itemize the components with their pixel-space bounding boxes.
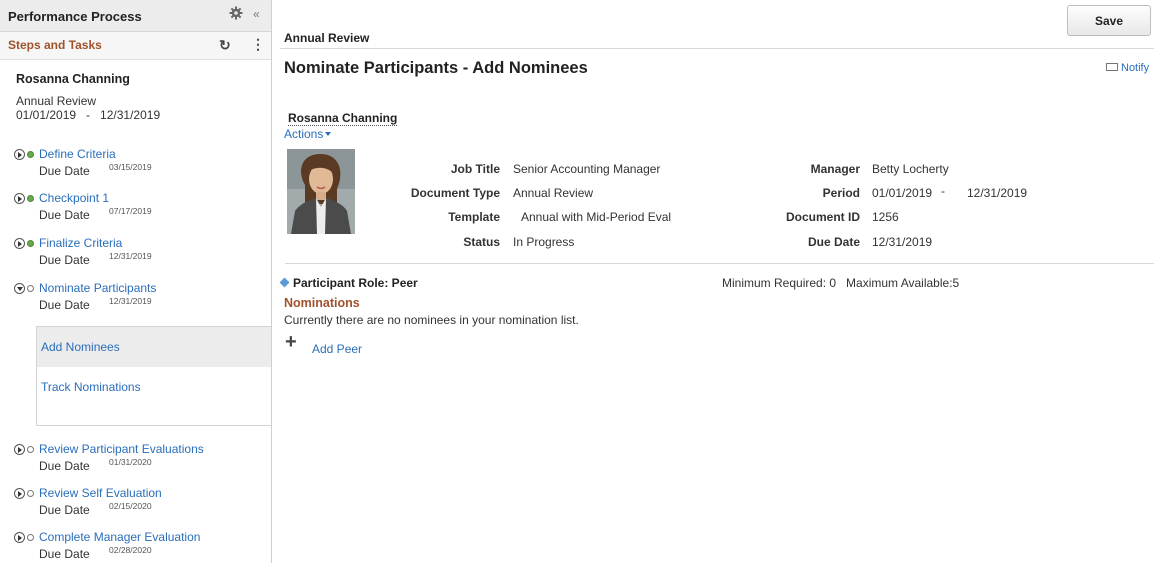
save-button[interactable]: Save xyxy=(1067,5,1151,36)
step-complete-manager-evaluation[interactable]: Complete Manager Evaluation Due Date 02/… xyxy=(14,530,264,563)
manager-label: Manager xyxy=(810,162,860,176)
step-label[interactable]: Define Criteria xyxy=(39,147,116,161)
status-dot-icon xyxy=(27,534,34,541)
step-review-participant-evaluations[interactable]: Review Participant Evaluations Due Date … xyxy=(14,442,264,478)
notify-link[interactable]: Notify xyxy=(1106,62,1149,74)
empty-nominations-message: Currently there are no nominees in your … xyxy=(284,313,579,327)
play-icon[interactable] xyxy=(14,149,25,160)
section-title: Annual Review xyxy=(284,31,370,45)
step-due-date: 12/31/2019 xyxy=(109,296,152,306)
step-due-date: 07/17/2019 xyxy=(109,206,152,216)
subtask-add-nominees[interactable]: Add Nominees xyxy=(37,327,271,367)
document-id-value: 1256 xyxy=(872,210,899,224)
due-date-label: Due Date xyxy=(39,208,90,222)
employee-summary: Rosanna Channing Annual Review 01/01/201… xyxy=(16,72,160,122)
document-id-label: Document ID xyxy=(785,210,860,224)
notify-label[interactable]: Notify xyxy=(1121,62,1149,74)
nominations-heading: Nominations xyxy=(284,296,360,310)
status-dot-icon xyxy=(27,151,34,158)
step-due-date: 03/15/2019 xyxy=(109,162,152,172)
gear-icon[interactable] xyxy=(229,6,243,20)
divider xyxy=(285,263,1154,264)
step-checkpoint-1[interactable]: Checkpoint 1 Due Date 07/17/2019 xyxy=(14,191,264,227)
template-label: Template xyxy=(448,210,500,224)
step-due-date: 01/31/2020 xyxy=(109,457,152,467)
step-label[interactable]: Review Self Evaluation xyxy=(39,486,162,500)
min-max-info: Minimum Required: 0 Maximum Available:5 xyxy=(722,276,960,290)
status-dot-icon xyxy=(27,285,34,292)
step-due-date: 02/15/2020 xyxy=(109,501,152,511)
status-dot-icon xyxy=(27,446,34,453)
step-label[interactable]: Complete Manager Evaluation xyxy=(39,530,200,544)
play-icon[interactable] xyxy=(14,193,25,204)
due-date-label: Due Date xyxy=(39,164,90,178)
sidebar: Performance Process « Steps and Tasks ↻ … xyxy=(0,0,272,563)
participant-role: Participant Role: Peer xyxy=(279,276,418,290)
step-label[interactable]: Review Participant Evaluations xyxy=(39,442,204,456)
caret-down-icon[interactable] xyxy=(325,132,332,136)
job-title-value: Senior Accounting Manager xyxy=(513,162,661,176)
play-icon[interactable] xyxy=(14,444,25,455)
page-title: Nominate Participants - Add Nominees xyxy=(284,59,588,77)
play-icon[interactable] xyxy=(14,488,25,499)
due-date-label: Due Date xyxy=(39,503,90,517)
sidebar-header: Performance Process « xyxy=(0,0,271,32)
job-title-label: Job Title xyxy=(450,162,500,176)
step-nominate-participants[interactable]: Nominate Participants Due Date 12/31/201… xyxy=(14,281,264,317)
employee-name: Rosanna Channing xyxy=(16,72,130,86)
step-review-self-evaluation[interactable]: Review Self Evaluation Due Date 02/15/20… xyxy=(14,486,264,522)
employee-photo xyxy=(287,149,355,234)
step-due-date: 12/31/2019 xyxy=(109,251,152,261)
status-label: Status xyxy=(463,235,500,249)
period-separator: - xyxy=(941,184,945,198)
status-dot-icon xyxy=(27,195,34,202)
status-dot-icon xyxy=(27,240,34,247)
status-value: In Progress xyxy=(513,235,575,249)
sidebar-title: Performance Process xyxy=(8,9,142,24)
due-date-label: Due Date xyxy=(39,253,90,267)
document-type-label: Document Type xyxy=(410,186,500,200)
participant-role-label: Participant Role: Peer xyxy=(293,276,418,290)
refresh-icon[interactable]: ↻ xyxy=(219,37,231,54)
expand-icon[interactable] xyxy=(14,283,25,294)
employee-name-link[interactable]: Rosanna Channing xyxy=(288,111,398,126)
template-value: Annual with Mid-Period Eval xyxy=(521,210,672,224)
document-name: Annual Review xyxy=(16,94,97,108)
collapse-icon[interactable]: « xyxy=(253,7,260,21)
due-date-value: 12/31/2019 xyxy=(872,235,933,249)
subtask-list: Add Nominees Track Nominations xyxy=(36,326,271,426)
document-type-value: Annual Review xyxy=(513,186,594,200)
divider xyxy=(280,48,1154,49)
period-start: 01/01/2019 xyxy=(872,186,933,200)
due-date-label: Due Date xyxy=(39,459,90,473)
notify-icon xyxy=(1106,63,1118,71)
status-dot-icon xyxy=(27,490,34,497)
actions-menu[interactable]: Actions xyxy=(284,127,332,141)
add-peer-link[interactable]: Add Peer xyxy=(312,342,362,356)
step-finalize-criteria[interactable]: Finalize Criteria Due Date 12/31/2019 xyxy=(14,236,264,272)
period-label: Period xyxy=(822,186,860,200)
play-icon[interactable] xyxy=(14,532,25,543)
plus-icon[interactable]: + xyxy=(285,332,297,352)
document-dates: 01/01/2019 - 12/31/2019 xyxy=(16,108,161,122)
due-date-label: Due Date xyxy=(39,298,90,312)
step-label[interactable]: Finalize Criteria xyxy=(39,236,122,250)
actions-label[interactable]: Actions xyxy=(284,127,323,141)
step-label[interactable]: Nominate Participants xyxy=(39,281,156,295)
steps-title: Steps and Tasks xyxy=(8,38,102,52)
steps-and-tasks-header: Steps and Tasks ↻ ⋮ xyxy=(0,32,271,60)
diamond-icon xyxy=(279,277,290,288)
more-icon[interactable]: ⋮ xyxy=(251,36,265,53)
step-due-date: 02/28/2020 xyxy=(109,545,152,555)
subtask-track-nominations[interactable]: Track Nominations xyxy=(37,367,271,407)
due-date-label: Due Date xyxy=(807,235,860,249)
step-label[interactable]: Checkpoint 1 xyxy=(39,191,109,205)
play-icon[interactable] xyxy=(14,238,25,249)
period-end: 12/31/2019 xyxy=(967,186,1028,200)
manager-value: Betty Locherty xyxy=(872,162,949,176)
step-define-criteria[interactable]: Define Criteria Due Date 03/15/2019 xyxy=(14,147,264,183)
due-date-label: Due Date xyxy=(39,547,90,561)
